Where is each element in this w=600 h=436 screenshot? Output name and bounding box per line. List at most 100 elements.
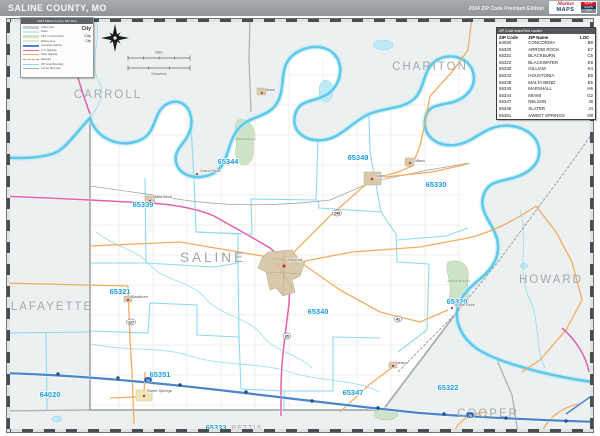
zip-cell: 65351 <box>499 112 512 118</box>
legend-label: Interstate Highway <box>41 44 63 48</box>
zip-label-65347: 65347 <box>343 388 364 397</box>
town-label-slater: Slater <box>375 174 386 178</box>
table-row: 65339 MALTA BEND E5 <box>497 80 595 87</box>
county-label-lafayette: LAFAYETTE <box>11 301 93 313</box>
table-row: 65347 NELSON J8 <box>497 99 595 106</box>
zip-label-65322: 65322 <box>438 383 459 392</box>
legend-label: ZIP Code Boundary <box>41 62 64 66</box>
town-label-sweet-springs: Sweet Springs <box>147 389 172 393</box>
map-page: SALINE COUNTY, MO 2024 ZIP Code Premium … <box>0 0 600 436</box>
loc-cell: D8 <box>587 112 593 118</box>
table-row: 65320 ARROW ROCK K7 <box>497 47 595 54</box>
zip-label-65349: 65349 <box>348 153 369 162</box>
table-row: 65321 BLACKBURN C6 <box>497 53 595 60</box>
table-row: 65340 MARSHALL H6 <box>497 86 595 93</box>
zip-label-65351: 65351 <box>150 370 171 379</box>
town-label-blackburn: Blackburn <box>131 295 148 299</box>
loc-cell: K7 <box>587 46 593 52</box>
zip-label-65339: 65339 <box>133 200 154 209</box>
legend-label: Urban Area <box>41 25 55 29</box>
legend-label: Railroad <box>41 57 51 61</box>
area-label-grand-pass: Grand Pass C.A. <box>236 137 257 141</box>
loc-cell: G2 <box>587 92 593 98</box>
town-label-marshall: Marshall <box>288 258 303 262</box>
name-cell: MIAMI <box>528 92 541 98</box>
legend-label: Military Area <box>41 39 56 43</box>
table-row: 65330 GILLIAM K4 <box>497 66 595 73</box>
table-row: 64020 CONCORDIA B8 <box>497 40 595 47</box>
zip-cell: 65339 <box>499 79 512 85</box>
urban-swatch <box>23 26 39 29</box>
loc-cell: C6 <box>587 53 593 59</box>
shield-mo127: 127 <box>128 321 134 325</box>
name-cell: SLATER <box>528 105 546 111</box>
legend-box: 2024 Saline County, MO Map Urban Area Wa… <box>20 17 94 78</box>
loc-cell: J8 <box>588 99 593 105</box>
scale-km-label: Kilometers <box>151 72 166 76</box>
military-swatch <box>23 39 39 43</box>
town-label-miami: Miami <box>265 88 275 92</box>
loc-cell: K4 <box>587 66 593 72</box>
name-cell: BLACKWATER <box>528 59 559 65</box>
railroad-line-swatch <box>23 58 39 60</box>
shield-mo41: 41 <box>396 318 400 322</box>
town-label-malta-bend: Malta Bend <box>153 195 172 199</box>
interstate-line-swatch <box>23 44 39 47</box>
marketmaps-logo: Market MAPS SHOP MAPS .com <box>549 1 597 14</box>
zip-cell: 65340 <box>499 86 512 92</box>
legend-body: Urban Area Water Park / Conservation Mil… <box>21 24 93 72</box>
zip-cell: 64020 <box>499 40 512 45</box>
table-row: 65351 SWEET SPRINGS D8 <box>497 113 595 120</box>
zip-label-65344: 65344 <box>218 157 240 166</box>
county-boundary-line-swatch <box>23 68 39 70</box>
town-label-gilliam: Gilliam <box>413 159 425 163</box>
header-bar: SALINE COUNTY, MO 2024 ZIP Code Premium … <box>0 0 600 17</box>
zip-label-65330: 65330 <box>426 180 447 189</box>
legend-label: Water <box>41 30 48 34</box>
zip-cell: 65344 <box>499 92 512 98</box>
town-label-grand-pass: Grand Pass <box>200 169 220 173</box>
table-row: 65344 MIAMI G2 <box>497 93 595 100</box>
park-swatch <box>23 35 39 38</box>
zip-cell: 65330 <box>499 66 512 72</box>
name-cell: BLACKBURN <box>528 53 556 59</box>
loc-cell: B8 <box>587 40 593 45</box>
shield-i70: 70 <box>146 379 150 383</box>
county-label-chariton: CHARITON <box>392 61 468 73</box>
zip-cell: 65347 <box>499 99 512 105</box>
scale-miles-label: Miles <box>155 51 163 55</box>
city-size-sample: City <box>85 38 92 43</box>
logo-badge-line: .com <box>581 9 596 14</box>
logo-wordmark: Market MAPS <box>550 1 581 13</box>
zip-label-65321: 65321 <box>110 287 131 296</box>
name-cell: MARSHALL <box>528 86 552 92</box>
logo-maps-text: MAPS <box>556 6 575 13</box>
county-label-saline: SALINE <box>180 250 246 265</box>
shield-us65: 65 <box>285 335 289 339</box>
zip-cell: 65321 <box>499 53 512 59</box>
loc-cell: E9 <box>587 72 593 78</box>
name-cell: SWEET SPRINGS <box>528 112 565 118</box>
logo-badge: SHOP MAPS .com <box>581 2 596 14</box>
name-cell: MALTA BEND <box>528 79 556 85</box>
area-label-arrow-rock: Arrow Rock S.H.S. <box>447 279 471 283</box>
name-cell: ARROW ROCK <box>528 46 560 52</box>
name-cell: HOUSTONIA <box>528 72 555 78</box>
edition-label: 2024 ZIP Code Premium Edition <box>468 6 544 12</box>
name-cell: NELSON <box>528 99 547 105</box>
legend-row: County Boundary <box>23 66 77 71</box>
zip-cell: 65320 <box>499 46 512 52</box>
legend-label: U.S. Highway <box>41 48 57 52</box>
zip-label-65340: 65340 <box>308 307 329 316</box>
legend-label: County Boundary <box>41 67 62 71</box>
legend-label: Park / Conservation <box>41 34 64 38</box>
zip-cell: 65322 <box>499 59 512 65</box>
table-row: 65322 BLACKWATER K8 <box>497 60 595 67</box>
county-label-carroll: CARROLL <box>74 89 142 101</box>
zip-boundary-line-swatch <box>23 63 39 65</box>
loc-cell: K8 <box>587 59 593 65</box>
legend-label: State Highway <box>41 53 58 57</box>
page-title: SALINE COUNTY, MO <box>8 3 107 13</box>
town-label-nelson: Nelson <box>396 361 408 365</box>
table-row: 65349 SLATER J4 <box>497 106 595 113</box>
